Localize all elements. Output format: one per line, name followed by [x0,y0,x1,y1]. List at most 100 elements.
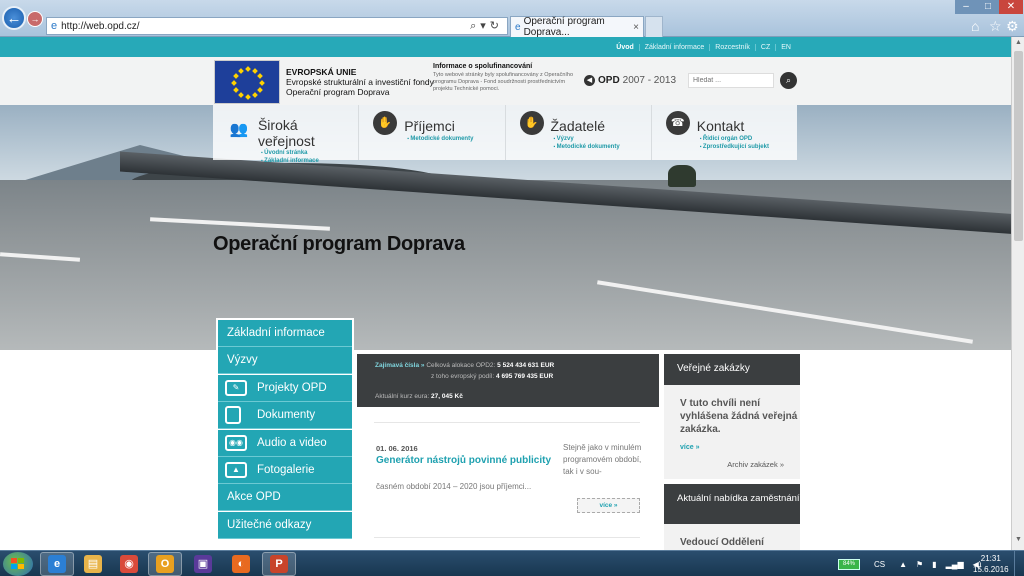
nav-zadatele[interactable]: ✋ Žadatelé Výzvy Metodické dokumenty [506,105,652,160]
scroll-thumb[interactable] [1014,51,1023,241]
menu-audio-video[interactable]: ◉◉ Audio a video [218,429,352,457]
show-hidden-icons-icon[interactable]: ▲ [899,560,907,569]
taskbar-internet-explorer-button[interactable]: e [40,552,74,576]
minimize-button[interactable]: – [955,0,977,14]
nav-title[interactable]: Kontakt [697,118,744,134]
close-window-button[interactable]: ✕ [999,0,1023,14]
web-page: Úvod Základní informace Rozcestník CZ EN… [0,37,1011,550]
stats-box: Zajímavá čísla » Celková alokace OPD2: 5… [357,354,659,407]
news-more-button[interactable]: více » [577,498,640,513]
eu-star-icon [238,68,244,74]
tab-close-button[interactable]: × [633,22,639,33]
taskbar-firefox-button[interactable]: ◐ [224,552,258,576]
menu-zakladni-informace[interactable]: Základní informace [218,320,352,347]
clock-time: 21:31 [980,554,1001,563]
tenders-more-link[interactable]: více » [680,444,800,451]
menu-label: Základní informace [227,327,325,339]
eu-star-icon [245,66,251,72]
search-input[interactable] [688,73,774,88]
opd-years: 2007 - 2013 [622,75,677,86]
menu-uzitecne-odkazy[interactable]: Užitečné odkazy [218,511,352,539]
forward-button[interactable]: → [27,11,43,27]
lang-en[interactable]: EN [775,43,796,51]
info-title: Informace o spolufinancování [433,63,533,70]
eu-star-icon [252,68,258,74]
tenders-archive-link[interactable]: Archiv zakázek » [727,460,784,469]
nav-title[interactable]: Příjemci [404,118,455,134]
start-button[interactable] [3,552,33,576]
eu-star-icon [252,92,258,98]
network-icon[interactable]: ▂▄▆ [946,560,964,569]
news-title[interactable]: Generátor nástrojů povinné publicity [376,455,551,466]
eu-logo-text: EVROPSKÁ UNIE Evropské strukturální a in… [286,67,434,97]
flag-icon[interactable]: ⚑ [916,560,923,569]
language-indicator[interactable]: CS [874,560,885,569]
menu-projekty-opd[interactable]: ✎ Projekty OPD [218,374,352,402]
lang-cz[interactable]: CZ [754,43,775,51]
eu-star-icon [231,80,237,86]
browser-toolbar: ← → e http://web.opd.cz/ ⌕▾↻ e Operační … [0,0,1024,38]
nav-link[interactable]: Zprostředkující subjekt [700,143,797,151]
nav-prijemci[interactable]: ✋ Příjemci Metodické dokumenty [359,105,506,160]
menu-label: Projekty OPD [257,381,327,394]
stats-link[interactable]: Zajímavá čísla » [375,362,425,369]
new-tab-button[interactable] [645,16,663,37]
save-app-icon: ▣ [194,555,212,573]
topnav-uvod[interactable]: Úvod [611,44,639,51]
edit-icon: ✎ [225,379,247,396]
vertical-scrollbar[interactable]: ▲ ▼ [1011,37,1024,550]
menu-akce-opd[interactable]: Akce OPD [218,484,352,512]
home-icon[interactable]: ⌂ [971,18,979,34]
nav-kontakt[interactable]: ☎ Kontakt Řídicí orgán OPD Zprostředkujíc… [652,105,797,160]
taskbar-save-app-button[interactable]: ▣ [186,552,220,576]
battery-icon[interactable]: 84% [838,558,860,570]
menu-fotogalerie[interactable]: ▲ Fotogalerie [218,456,352,484]
search-button[interactable]: ⌕ [780,72,797,89]
opd-label: OPD [598,75,620,86]
taskbar-outlook-button[interactable]: O [148,552,182,576]
news-date: 01. 06. 2016 [376,444,418,453]
favicon-icon: e [515,21,521,33]
nav-siroka-verejnost[interactable]: 👥 Široká veřejnost Úvodní stránka Základn… [213,105,360,164]
menu-dokumenty[interactable]: Dokumenty [218,402,352,430]
nav-link[interactable]: Výzvy [554,135,651,143]
topnav-zakladni-informace[interactable]: Základní informace [638,43,710,51]
system-tray: 84% CS ▲ ⚑ ▮ ▂▄▆ ◀) [838,551,990,576]
nav-title[interactable]: Široká veřejnost [258,117,358,149]
address-bar[interactable]: e http://web.opd.cz/ ⌕▾↻ [46,17,508,35]
taskbar-file-explorer-button[interactable]: ▤ [76,552,110,576]
show-desktop-button[interactable] [1014,551,1024,576]
topnav-rozcestnik[interactable]: Rozcestník [709,43,755,51]
maximize-button[interactable]: □ [977,0,999,14]
back-button[interactable]: ← [2,6,26,30]
info-body: Tyto webové stránky byly spolufinancován… [433,72,574,92]
eu-line-2: Evropské strukturální a investiční fondy [286,77,434,87]
tab-title: Operační program Doprava... [523,16,605,38]
scroll-up-icon[interactable]: ▲ [1013,39,1024,51]
arrow-left-icon: ◀ [584,75,595,86]
browser-tab[interactable]: e Operační program Doprava... × [510,16,644,38]
nav-link[interactable]: Metodické dokumenty [554,143,651,151]
taskbar-powerpoint-button[interactable]: P [262,552,296,576]
nav-link[interactable]: Základní informace [261,157,358,165]
clock-date: 15.6.2016 [973,565,1009,574]
nav-link[interactable]: Řídicí orgán OPD [700,135,797,143]
url-text: http://web.opd.cz/ [61,20,140,32]
power-icon[interactable]: ▮ [932,560,936,569]
nav-title[interactable]: Žadatelé [551,118,605,134]
clock[interactable]: 21:31 15.6.2016 [973,553,1009,575]
jobs-first-item[interactable]: Vedoucí Oddělení [664,524,800,550]
menu-vyzvy[interactable]: Výzvy [218,347,352,375]
gear-icon[interactable]: ⚙ [1006,18,1019,35]
scroll-down-icon[interactable]: ▼ [1013,536,1024,548]
nav-link[interactable]: Úvodní stránka [261,149,358,157]
star-icon[interactable]: ☆ [989,18,1002,35]
taskbar-chrome-button[interactable]: ◉ [112,552,146,576]
address-tools[interactable]: ⌕▾↻ [470,19,503,33]
eu-star-icon [245,94,251,100]
nav-link[interactable]: Metodické dokumenty [407,135,504,143]
eu-line-1: EVROPSKÁ UNIE [286,67,357,77]
opd-2007-2013-link[interactable]: ◀ OPD 2007 - 2013 [584,75,676,86]
news-lead: časném období 2014 – 2020 jsou příjemci.… [376,482,532,491]
divider [374,537,640,538]
